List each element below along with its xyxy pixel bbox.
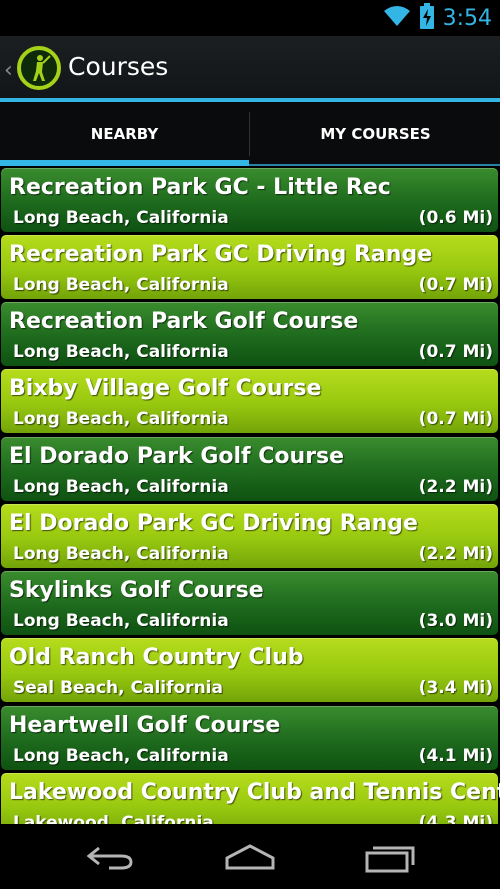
course-list[interactable]: Recreation Park GC - Little Rec Long Bea… [0, 168, 500, 824]
course-location: Long Beach, California [13, 746, 229, 766]
list-item[interactable]: Recreation Park GC - Little Rec Long Bea… [1, 168, 498, 232]
course-location: Long Beach, California [13, 477, 229, 497]
back-button[interactable] [60, 824, 160, 889]
course-location: Long Beach, California [13, 208, 229, 228]
course-distance: (4.1 Mi) [418, 746, 493, 766]
course-distance: (0.6 Mi) [418, 208, 493, 228]
course-distance: (0.7 Mi) [418, 342, 493, 362]
status-bar: 3:54 [0, 0, 500, 36]
course-location: Long Beach, California [13, 544, 229, 564]
course-distance: (2.2 Mi) [418, 544, 493, 564]
course-location: Long Beach, California [13, 409, 229, 429]
list-item[interactable]: El Dorado Park Golf Course Long Beach, C… [1, 437, 498, 501]
page-title: Courses [68, 52, 169, 81]
course-distance: (0.7 Mi) [418, 409, 493, 429]
course-name: El Dorado Park GC Driving Range [9, 511, 418, 536]
clock: 3:54 [442, 5, 492, 31]
course-location: Long Beach, California [13, 611, 229, 631]
course-distance: (3.0 Mi) [418, 611, 493, 631]
wifi-icon [383, 5, 411, 31]
list-item[interactable]: Heartwell Golf Course Long Beach, Califo… [1, 706, 498, 770]
course-location: Long Beach, California [13, 342, 229, 362]
course-name: El Dorado Park Golf Course [9, 444, 345, 469]
course-name: Skylinks Golf Course [9, 578, 264, 603]
list-item[interactable]: Recreation Park Golf Course Long Beach, … [1, 302, 498, 366]
recent-apps-button[interactable] [340, 824, 440, 889]
back-icon [86, 846, 133, 869]
golfer-logo-icon[interactable] [17, 46, 61, 90]
list-item[interactable]: Bixby Village Golf Course Long Beach, Ca… [1, 369, 498, 433]
battery-charging-icon [419, 3, 435, 33]
course-name: Recreation Park GC Driving Range [9, 242, 433, 267]
course-distance: (3.4 Mi) [418, 678, 493, 698]
list-item[interactable]: El Dorado Park GC Driving Range Long Bea… [1, 504, 498, 568]
tab-selected-indicator [0, 160, 249, 166]
course-distance: (4.3 Mi) [418, 813, 493, 824]
course-name: Lakewood Country Club and Tennis Center [9, 780, 500, 805]
status-icons: 3:54 [383, 0, 492, 36]
tab-bar-underline [249, 164, 500, 166]
up-caret-icon[interactable]: ‹ [4, 58, 13, 83]
course-name: Bixby Village Golf Course [9, 376, 322, 401]
navigation-bar [0, 824, 500, 889]
home-icon [225, 843, 275, 869]
list-item[interactable]: Lakewood Country Club and Tennis Center … [1, 773, 500, 824]
course-location: Long Beach, California [13, 275, 229, 295]
course-location: Lakewood, California [13, 813, 214, 824]
tab-my-courses[interactable]: MY COURSES [251, 102, 500, 166]
tab-nearby[interactable]: NEARBY [0, 102, 249, 166]
course-location: Seal Beach, California [13, 678, 223, 698]
recent-apps-icon [365, 846, 415, 872]
home-button[interactable] [200, 824, 300, 889]
course-distance: (0.7 Mi) [418, 275, 493, 295]
course-name: Recreation Park Golf Course [9, 309, 359, 334]
list-item[interactable]: Skylinks Golf Course Long Beach, Califor… [1, 571, 498, 635]
course-name: Heartwell Golf Course [9, 713, 281, 738]
tab-divider [249, 112, 250, 156]
list-item[interactable]: Old Ranch Country Club Seal Beach, Calif… [1, 638, 498, 702]
course-name: Old Ranch Country Club [9, 645, 304, 670]
course-name: Recreation Park GC - Little Rec [9, 175, 391, 200]
list-item[interactable]: Recreation Park GC Driving Range Long Be… [1, 235, 498, 299]
course-distance: (2.2 Mi) [418, 477, 493, 497]
tab-bar: NEARBY MY COURSES [0, 102, 500, 166]
